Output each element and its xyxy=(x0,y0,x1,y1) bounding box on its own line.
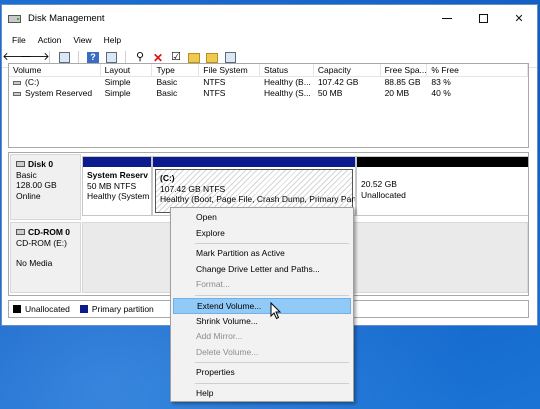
cell-status: Healthy (B... xyxy=(264,77,311,87)
cdrom-icon xyxy=(16,229,25,236)
cell-capacity: 107.42 GB xyxy=(317,77,359,87)
minimize-icon xyxy=(442,18,452,19)
menu-item-delete-volume: Delete Volume... xyxy=(196,346,259,357)
column-header-volume[interactable]: Volume xyxy=(9,64,101,76)
column-header-percent-free[interactable]: % Free xyxy=(427,64,528,76)
window-title: Disk Management xyxy=(28,13,105,24)
volume-list[interactable]: Volume Layout Type File System Status Ca… xyxy=(8,63,529,148)
cell-percent-free: 40 % xyxy=(431,88,451,98)
volume-list-header: Volume Layout Type File System Status Ca… xyxy=(9,64,528,77)
menu-file[interactable]: File xyxy=(6,35,32,45)
partition-unallocated[interactable]: 20.52 GB Unallocated xyxy=(356,156,528,216)
disk-0-label[interactable]: Disk 0 Basic 128.00 GB Online xyxy=(10,154,81,220)
disk-icon xyxy=(16,161,25,168)
menu-item-open[interactable]: Open xyxy=(173,210,351,226)
close-icon: ✕ xyxy=(514,13,524,25)
close-button[interactable]: ✕ xyxy=(501,5,537,32)
cdrom-0-label[interactable]: CD-ROM 0 CD-ROM (E:) No Media xyxy=(10,222,81,293)
menu-item-help[interactable]: Help xyxy=(173,386,351,402)
mouse-cursor-icon xyxy=(270,302,282,320)
column-header-capacity[interactable]: Capacity xyxy=(314,64,381,76)
cell-free-space: 88.85 GB xyxy=(384,77,421,87)
table-row[interactable]: (C:) Simple Basic NTFS Healthy (B... 107… xyxy=(9,77,528,88)
primary-swatch xyxy=(79,305,88,313)
disk-management-icon xyxy=(8,13,21,24)
menu-action[interactable]: Action xyxy=(32,35,68,45)
cell-type: Basic xyxy=(156,88,178,98)
menu-item-mark-active[interactable]: Mark Partition as Active xyxy=(173,246,351,262)
menu-separator xyxy=(195,243,349,245)
partition-name: System Reserv xyxy=(87,170,148,180)
volume-icon xyxy=(13,80,21,85)
cell-free-space: 20 MB xyxy=(384,88,410,98)
cdrom-0-media: No Media xyxy=(16,258,53,268)
column-header-file-system[interactable]: File System xyxy=(199,64,261,76)
column-header-layout[interactable]: Layout xyxy=(101,64,153,76)
menu-item-change-drive-letter[interactable]: Change Drive Letter and Paths... xyxy=(173,262,351,278)
primary-partition-bar xyxy=(153,157,355,167)
menu-separator xyxy=(195,382,349,384)
partition-status: Healthy (Boot, Page File, Crash Dump, Pr… xyxy=(160,194,356,204)
disk-0-size: 128.00 GB xyxy=(16,180,57,190)
maximize-button[interactable] xyxy=(465,5,501,32)
cell-status: Healthy (S... xyxy=(264,88,311,98)
menu-item-add-mirror: Add Mirror... xyxy=(196,331,243,342)
partition-status: Unallocated xyxy=(361,189,406,200)
minimize-button[interactable] xyxy=(429,5,465,32)
menu-item-explore[interactable]: Explore xyxy=(173,226,351,242)
disk-0-type: Basic xyxy=(16,169,37,180)
menu-help[interactable]: Help xyxy=(98,35,127,45)
menu-item-shrink-volume[interactable]: Shrink Volume... xyxy=(173,314,351,330)
partition-system-reserved[interactable]: System Reserv 50 MB NTFS Healthy (System xyxy=(82,156,152,216)
column-header-type[interactable]: Type xyxy=(152,64,200,76)
column-header-status[interactable]: Status xyxy=(260,64,314,76)
cell-layout: Simple xyxy=(104,88,131,98)
legend-item-unallocated: Unallocated xyxy=(13,304,70,314)
disk-0-status: Online xyxy=(16,190,41,201)
cell-layout: Simple xyxy=(104,77,131,87)
cdrom-0-drive: CD-ROM (E:) xyxy=(16,237,67,248)
cell-type: Basic xyxy=(156,77,178,87)
partition-status: Healthy (System xyxy=(87,191,150,201)
cdrom-0-name: CD-ROM 0 xyxy=(28,227,71,237)
cell-file-system: NTFS xyxy=(203,77,226,87)
menu-item-format: Format... xyxy=(196,279,231,290)
menu-separator xyxy=(195,362,349,364)
context-menu: Open Explore Mark Partition as Active Ch… xyxy=(170,207,354,402)
table-row[interactable]: System Reserved Simple Basic NTFS Health… xyxy=(9,88,528,99)
column-header-free-space[interactable]: Free Spa... xyxy=(381,64,428,76)
partition-size: 107.42 GB NTFS xyxy=(160,183,226,194)
partition-size: 20.52 GB xyxy=(361,179,397,189)
partition-size: 50 MB NTFS xyxy=(87,180,137,191)
unallocated-bar xyxy=(357,157,528,167)
menu-bar: File Action View Help xyxy=(2,32,537,48)
maximize-icon xyxy=(478,14,488,23)
title-bar: Disk Management ✕ xyxy=(2,5,537,32)
menu-separator xyxy=(195,294,349,296)
cell-volume: (C:) xyxy=(25,77,40,87)
partition-name: (C:) xyxy=(160,173,175,183)
primary-partition-bar xyxy=(83,157,151,167)
cell-file-system: NTFS xyxy=(203,88,226,98)
cell-volume: System Reserved xyxy=(25,88,93,98)
menu-view[interactable]: View xyxy=(67,35,97,45)
legend-item-primary: Primary partition xyxy=(79,304,154,314)
disk-0-name: Disk 0 xyxy=(28,159,54,169)
unallocated-swatch xyxy=(13,305,21,313)
menu-item-properties[interactable]: Properties xyxy=(173,365,351,381)
cell-capacity: 50 MB xyxy=(317,88,343,98)
legend-label: Primary partition xyxy=(91,304,154,314)
legend-label: Unallocated xyxy=(25,304,70,314)
menu-item-extend-volume[interactable]: Extend Volume... xyxy=(173,297,351,314)
cell-percent-free: 83 % xyxy=(431,77,451,87)
volume-icon xyxy=(13,91,21,96)
